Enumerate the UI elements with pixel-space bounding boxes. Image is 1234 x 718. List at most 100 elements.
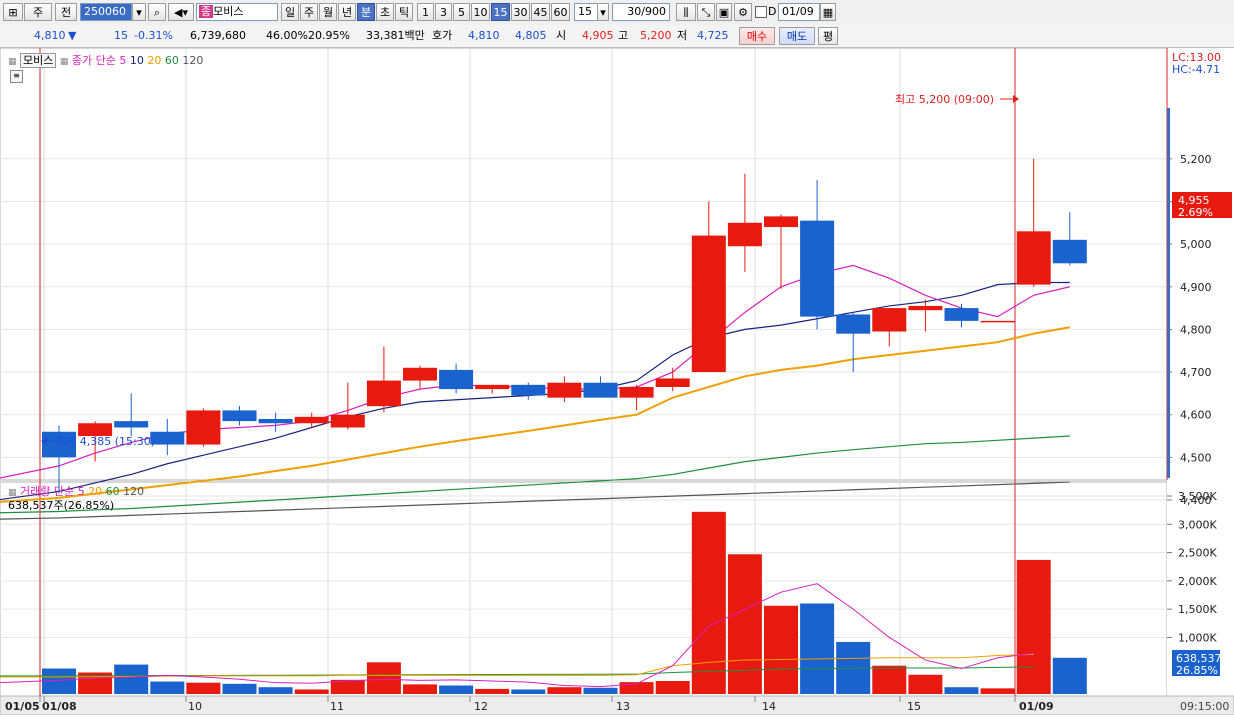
low-annotation: 최저 4,385 (15:30) [56,435,155,448]
save-icon[interactable]: ▣ [716,3,732,21]
candle-body [294,416,329,424]
period-button-0[interactable]: 일 [281,3,299,21]
current-price-pct: 2.69% [1178,206,1213,219]
interval-button-45[interactable]: 45 [531,3,550,21]
candle-body [583,382,618,398]
candle-body [655,378,690,387]
volume-bar [764,605,798,694]
price-tick-label: 4,700 [1180,366,1212,379]
volume-tick-label: 2,000K [1178,575,1217,588]
interval-button-5[interactable]: 5 [453,3,470,21]
d-checkbox-label: D [768,5,777,18]
period-button-2[interactable]: 월 [319,3,337,21]
price-change-pct: -0.31% [134,29,173,42]
time-label: 13 [616,700,630,713]
high-annotation: 최고 5,200 (09:00) [895,93,994,106]
volume-current-text: 638,537주(26.85%) [8,499,115,512]
legend-ma20: 20 [147,54,162,67]
volume-bar [1016,559,1051,694]
interval-button-60[interactable]: 60 [551,3,570,21]
volume-tick-label: 3,000K [1178,518,1217,531]
volume-bar [475,688,510,694]
time-label: 12 [474,700,488,713]
buy-button[interactable]: 매수 [739,27,775,45]
time-label: 01/05 [5,700,40,713]
type-select[interactable]: 주 [24,3,52,21]
interval-button-30[interactable]: 30 [511,3,530,21]
calendar-icon[interactable]: ▦ [820,3,836,21]
candle-body [1052,239,1087,264]
candle-body [330,414,365,428]
legend-ma5: 5 [119,54,127,67]
interval-button-15[interactable]: 15 [491,3,510,21]
volume-bar [403,684,437,694]
sell-button[interactable]: 매도 [779,27,815,45]
speaker-icon[interactable]: ◀▾ [168,3,194,21]
volume-tick-label: 1,000K [1178,631,1217,644]
hc-label: HC:-4.71 [1172,63,1220,76]
candle-body [800,220,835,317]
stock-name: 모비스 [213,5,244,18]
open-price: 4,905 [582,29,614,42]
period-button-3[interactable]: 년 [338,3,356,21]
legend-ma10: 10 [129,54,144,67]
volume-legend-ma120: 120 [123,485,145,498]
volume-tick-label: 1,500K [1178,603,1217,616]
candle-style-icon[interactable]: ⫼ [676,3,696,21]
candle-body [439,369,474,390]
prev-button[interactable]: 전 [55,3,77,21]
price-tick-label: 4,500 [1180,451,1212,464]
candle-body [222,410,257,422]
time-axis-clock: 09:15:00 [1180,700,1229,713]
legend-method: 단순 [95,54,116,67]
settings-gear-icon[interactable]: ⚙ [734,3,752,21]
chart-list-icon[interactable]: ≡ [10,70,23,83]
volume-bar [511,689,546,694]
volume-bar [258,687,293,694]
volume-bar [727,554,762,694]
candle-body [764,216,798,228]
price-axis-scroll [1167,108,1170,478]
price-info-bar: 4,810 ▼ 15 -0.31% 6,739,680 46.00% 20.95… [0,25,1234,48]
interval-select[interactable]: 15 [574,3,598,21]
low-price: 4,725 [697,29,729,42]
volume-bar [908,674,943,694]
count-input[interactable]: 30/900 [612,3,670,21]
code-dropdown-icon[interactable]: ▾ [132,3,146,21]
volume-bar [547,687,582,694]
volume-bar [872,665,907,694]
candle-body [944,308,979,321]
time-label: 15 [907,700,921,713]
volume-bar [186,682,221,694]
legend-ma60: 60 [164,54,179,67]
legend-ma120: 120 [182,54,204,67]
price-tick-label: 4,600 [1180,409,1212,422]
candle-body [908,305,943,311]
interval-button-1[interactable]: 1 [417,3,434,21]
draw-tool-icon[interactable]: ⤡ [697,3,715,21]
search-icon[interactable]: ⌕ [148,3,166,21]
date-input[interactable]: 01/09 [778,3,820,21]
stock-chart[interactable]: 최고 5,200 (09:00)최저 4,385 (15:30)LC:13.00… [0,47,1234,716]
stock-code-input[interactable]: 250060 [80,3,132,21]
rate-value-2: 20.95% [308,29,350,42]
current-volume-pct: 26.85% [1176,664,1218,677]
interval-button-10[interactable]: 10 [471,3,490,21]
price-tick-label: 4,800 [1180,323,1212,336]
interval-button-3[interactable]: 3 [435,3,452,21]
period-button-5[interactable]: 초 [376,3,394,21]
period-button-1[interactable]: 주 [300,3,318,21]
stock-name-field[interactable]: 종 모비스 [196,3,278,21]
chart-toolbar: ⊞ 주 전 250060 ▾ ⌕ ◀▾ 종 모비스 일주월년분초틱 1 3 5 10 15… [0,0,1234,26]
period-button-4[interactable]: 분 [357,3,375,21]
candle-body [114,421,149,428]
period-button-6[interactable]: 틱 [395,3,413,21]
chart-area[interactable]: 최고 5,200 (09:00) 최저 4,385 (15:30) LC:13.00… [0,47,1234,716]
low-label: 저 [677,29,688,42]
interval-dropdown-icon[interactable]: ▾ [597,3,609,21]
evaluate-button[interactable]: 평 [818,27,838,45]
current-price: 4,810 [34,29,66,42]
chart-menu-icon[interactable]: ⊞ [3,3,23,21]
d-checkbox[interactable] [755,6,767,18]
bid-price: 4,805 [515,29,547,42]
